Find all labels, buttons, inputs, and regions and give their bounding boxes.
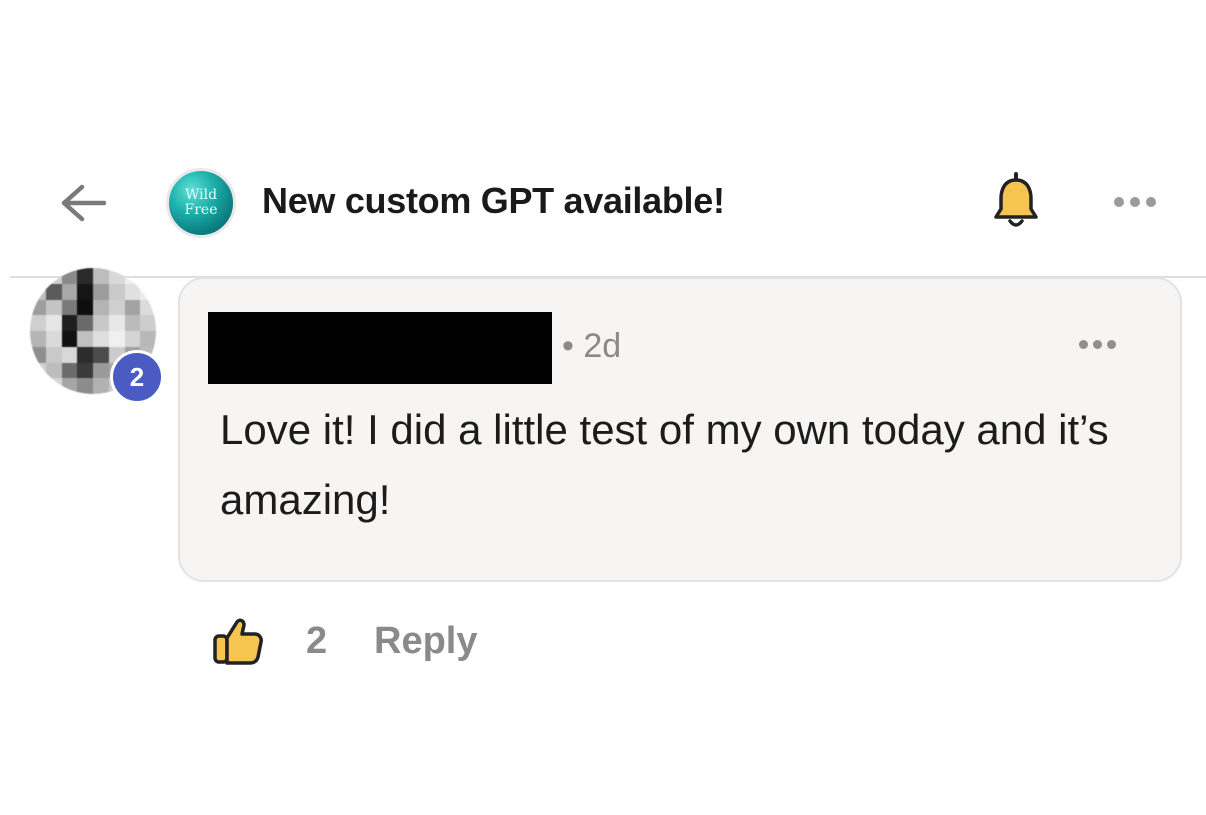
reply-button[interactable]: Reply: [374, 620, 477, 663]
commenter-avatar[interactable]: 2: [30, 268, 164, 404]
comment-timestamp: • 2d: [562, 327, 622, 365]
notification-bell-button[interactable]: [988, 170, 1044, 234]
thumbs-up-icon: [213, 618, 263, 665]
more-dot: [1078, 339, 1088, 349]
back-button[interactable]: [52, 178, 112, 228]
post-title: New custom GPT available!: [262, 180, 725, 221]
more-dot: [1146, 197, 1156, 207]
like-count: 2: [306, 620, 328, 662]
more-dot: [1130, 197, 1140, 207]
level-badge: 2: [110, 350, 164, 404]
more-dot: [1092, 339, 1102, 349]
author-name-redacted: [208, 312, 552, 384]
group-avatar-text-line2: Free: [184, 202, 218, 218]
comment-bubble: • 2d Love it! I did a little test of my …: [178, 277, 1182, 582]
group-avatar[interactable]: Wild Free: [166, 168, 236, 238]
like-button[interactable]: [208, 614, 268, 670]
arrow-left-icon: [61, 184, 107, 222]
more-options-button[interactable]: [1100, 182, 1170, 222]
comment-text: Love it! I did a little test of my own t…: [220, 406, 1109, 523]
post-comment-screen: Wild Free New custom GPT available! 2 • …: [0, 0, 1206, 815]
group-avatar-text-line1: Wild: [184, 187, 218, 203]
more-dot: [1106, 339, 1116, 349]
comment-more-options-button[interactable]: [1062, 329, 1132, 359]
post-header: Wild Free New custom GPT available!: [0, 150, 1206, 260]
bell-icon: [994, 172, 1038, 227]
more-dot: [1114, 197, 1124, 207]
